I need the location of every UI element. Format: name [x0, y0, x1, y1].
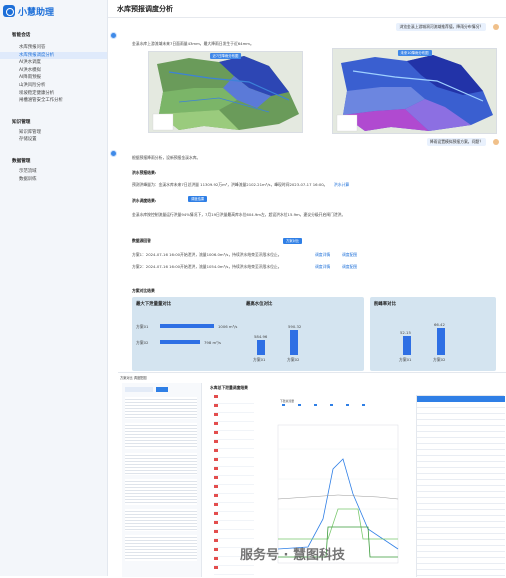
bot-message: 金溪水库上游流域未来7日面雨量43mm，最大降雨日发生于近64mm。: [132, 41, 254, 46]
sidebar-item-training[interactable]: 数据训练: [0, 176, 107, 184]
sidebar-section-title: 知识管理: [12, 119, 31, 125]
bar-value: 584.96: [254, 334, 268, 339]
sidebar-section-title: 数据管理: [12, 158, 31, 164]
bar-plan-02: [290, 330, 298, 355]
sidebar-item-dispatch-analysis[interactable]: 水库预报调度分析: [0, 51, 107, 60]
rain-map-left-title[interactable]: 近7日降雨分布图: [209, 53, 242, 59]
plan-1-text: 方案1：2024-07-16 16:00开始泄洪，流量1006.0m³/s，持续…: [132, 252, 282, 257]
bar-label: 方案01: [399, 357, 412, 362]
chat-history-list[interactable]: [122, 383, 202, 577]
bar-value: 1006 m³/s: [218, 324, 238, 329]
sidebar-item-flood-dispatch[interactable]: AI洪水调度: [0, 59, 107, 67]
dispatch-result-title: 洪水调度结果:: [132, 198, 157, 203]
flood-forecast-text: 预测洪峰量为：金溪水库未来7日总洪量 11309.92万m³，洪峰流量2102.…: [132, 182, 328, 187]
bar-label: 方案01: [136, 324, 149, 329]
card-title: 最大下泄量量对比: [136, 302, 172, 307]
plan-1-chart-link[interactable]: 调度配图: [342, 252, 357, 258]
dispatch-result-text: 金溪水库按控制流量运行洪量94%情况下，7月19日洪量最高库水位604.9m左，…: [132, 212, 346, 217]
sidebar-item-flash-flood[interactable]: 山洪风险分析: [0, 82, 107, 90]
page-title: 水库预报调度分析: [108, 0, 506, 18]
sidebar: 小慧助理 智能会话 水库预报问答 水库预报调度分析 AI洪水调度 AI洪水模拟 …: [0, 0, 108, 576]
bar-value: 66.42: [434, 322, 445, 327]
sidebar-section-title: 智能会话: [12, 33, 31, 38]
compare-card-peak-reduction: 削峰率对比 52.15 方案01 66.42 方案02: [370, 297, 496, 371]
bar-label: 方案02: [433, 357, 446, 362]
sidebar-item-flood-sim[interactable]: AI洪水模拟: [0, 67, 107, 75]
plan-2-chart-link[interactable]: 调度配图: [342, 264, 357, 270]
logo-icon: [3, 5, 15, 17]
bot-avatar: [110, 32, 117, 39]
app-logo[interactable]: 小慧助理: [0, 0, 107, 22]
bar-value: 798 m³/s: [204, 340, 221, 345]
compare-result-title: 方案对比结果: [132, 288, 155, 293]
plan-section-title: 数据源回答: [132, 238, 151, 243]
sidebar-item-sluice-safety[interactable]: 闸槽涵管安全工作分析: [0, 97, 107, 105]
user-message: 降雨设置模拟预报方案。问题？: [426, 138, 486, 146]
bar-value: 590.32: [288, 324, 302, 329]
compare-card-discharge: 最大下泄量量对比 方案01 1006 m³/s 方案02 798 m³/s: [132, 297, 256, 371]
rain-map-left[interactable]: 近7日降雨分布图: [148, 51, 303, 133]
dispatch-table[interactable]: [416, 395, 505, 578]
sidebar-item-reservoir-qa[interactable]: 水库预报问答: [0, 44, 107, 52]
bar-plan-01: [403, 336, 411, 355]
detail-panel-title: 水库总下泄量调度结果: [210, 385, 248, 390]
user-avatar: [493, 24, 499, 30]
flood-calc-link[interactable]: 洪水计算: [334, 182, 349, 188]
chart-legend: 下泄总流量: [280, 399, 294, 403]
rain-map-right[interactable]: 未来10降雨分布图: [332, 48, 497, 134]
bot-avatar: [110, 150, 117, 157]
dispatch-result-button[interactable]: 调度结果: [188, 196, 208, 202]
sidebar-item-storage[interactable]: 存储设置: [0, 136, 107, 144]
watermark: 服务号 · 慧图科技: [240, 548, 345, 563]
user-avatar: [493, 139, 499, 145]
bar-label: 方案02: [287, 357, 300, 362]
plan-2-detail-link[interactable]: 调度详情: [315, 264, 330, 270]
compare-plans-button[interactable]: 方案对比: [283, 238, 303, 244]
bar-label: 方案02: [136, 340, 149, 345]
bar-plan-01: [160, 324, 214, 328]
plan-1-detail-link[interactable]: 调度详情: [315, 252, 330, 258]
bar-value: 52.15: [400, 330, 411, 335]
detail-header: 方案对比 调度配图: [120, 376, 147, 380]
bar-label: 方案01: [253, 357, 266, 362]
user-message: 浏览金溪上游城洞河流域推荐值，降雨分布情况？: [396, 23, 486, 31]
bar-plan-02: [160, 340, 200, 344]
sidebar-item-rain-forecast[interactable]: AI降雨预报: [0, 74, 107, 82]
rain-map-right-title[interactable]: 未来10降雨分布图: [397, 50, 432, 56]
compare-card-level: 最高水位对比 584.96 方案01 590.32 方案02: [242, 297, 364, 371]
sidebar-item-demo[interactable]: 示范流域: [0, 168, 107, 176]
bot-intro: 根据预报降雨分析，设新预报金溪水库。: [132, 155, 201, 160]
card-title: 最高水位对比: [246, 302, 273, 307]
sidebar-item-kb[interactable]: 知识库管理: [0, 129, 107, 137]
bar-plan-02: [437, 328, 445, 355]
flood-forecast-title: 洪水预报结果:: [132, 170, 157, 175]
bar-plan-01: [257, 340, 265, 355]
card-title: 削峰率对比: [374, 302, 396, 307]
plan-2-text: 方案2：2024-07-16 16:00开始泄洪，流量1054.0m³/s，持续…: [132, 264, 282, 269]
sidebar-item-dam-stability[interactable]: 坝坡稳定健康分析: [0, 90, 107, 98]
